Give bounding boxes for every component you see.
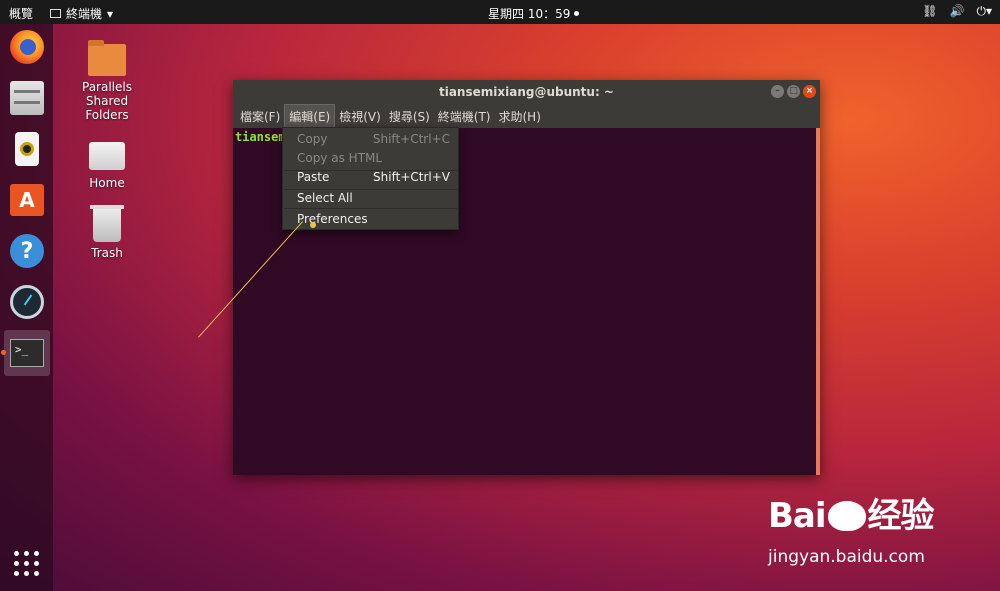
terminal-prompt: tiansem [235, 130, 286, 144]
desktop-icon-shared-folders[interactable]: Parallels Shared Folders [67, 40, 147, 122]
close-icon[interactable]: × [803, 85, 816, 98]
show-applications-icon[interactable] [14, 551, 39, 576]
app-menu-label: 終端機 [66, 7, 103, 21]
home-drive-icon [89, 142, 125, 170]
desktop-icon-home[interactable]: Home [67, 138, 147, 190]
trash-icon [90, 205, 124, 242]
system-tray[interactable]: ⛓ 🔊 ⏻▾ [922, 4, 992, 19]
edit-menu-dropdown: Copy Shift+Ctrl+C Copy as HTML Paste Shi… [282, 127, 459, 230]
terminal-icon: >_ [10, 339, 44, 367]
files-icon [10, 81, 44, 115]
menu-separator [284, 208, 457, 209]
menu-help[interactable]: 求助(H) [495, 105, 545, 128]
power-icon[interactable]: ⏻▾ [976, 4, 992, 19]
desktop-icon-label: Trash [91, 246, 123, 260]
dock-help[interactable]: ? [4, 228, 50, 274]
network-icon[interactable]: ⛓ [922, 4, 937, 19]
window-title: tiansemixiang@ubuntu: ~ [438, 85, 614, 99]
dock-gauge[interactable] [4, 279, 50, 325]
menu-item-paste[interactable]: Paste Shift+Ctrl+V [297, 170, 450, 188]
clock[interactable]: 星期四 10：59 [488, 5, 580, 22]
help-icon: ? [10, 234, 44, 268]
desktop-icon-trash[interactable]: Trash [67, 205, 147, 260]
software-icon: A [10, 184, 44, 216]
volume-icon[interactable]: 🔊 [950, 4, 965, 19]
menu-item-preferences[interactable]: Preferences [297, 212, 450, 230]
menu-edit[interactable]: 編輯(E) [284, 104, 336, 128]
dock-files[interactable] [4, 75, 50, 121]
dock: A ? >_ [0, 24, 53, 591]
baidu-watermark-logo: Bai 经验 [768, 496, 935, 536]
paw-icon [827, 501, 866, 531]
app-menu[interactable]: 終端機 ▾ [50, 5, 113, 22]
desktop-icon-label: Home [89, 176, 125, 190]
terminal-small-icon [50, 9, 61, 18]
desktop-icon-label: Parallels Shared Folders [82, 80, 132, 122]
minimize-icon[interactable]: – [771, 85, 784, 98]
folder-icon [88, 40, 126, 76]
menu-file[interactable]: 檔案(F) [236, 105, 284, 128]
menu-item-copy-as-html[interactable]: Copy as HTML [297, 151, 450, 169]
activities-button[interactable]: 概覽 [9, 5, 33, 22]
clock-label: 星期四 10：59 [488, 7, 571, 21]
terminal-scrollbar[interactable] [816, 128, 820, 475]
rhythmbox-icon [15, 132, 39, 166]
dock-terminal[interactable]: >_ [1, 330, 50, 376]
menu-item-select-all[interactable]: Select All [297, 191, 450, 209]
top-bar: 概覽 終端機 ▾ 星期四 10：59 ⛓ 🔊 ⏻▾ [0, 0, 1000, 24]
menu-view[interactable]: 檢視(V) [335, 105, 385, 128]
dock-rhythmbox[interactable] [4, 126, 50, 172]
menu-item-copy[interactable]: Copy Shift+Ctrl+C [297, 132, 450, 150]
window-titlebar[interactable]: tiansemixiang@ubuntu: ~ – □ × [233, 80, 820, 104]
menu-search[interactable]: 搜尋(S) [385, 105, 434, 128]
dock-software[interactable]: A [4, 177, 50, 223]
menu-terminal[interactable]: 終端機(T) [434, 105, 495, 128]
chevron-down-icon: ▾ [107, 6, 114, 21]
dock-firefox[interactable] [4, 24, 50, 70]
notification-dot-icon [574, 11, 580, 16]
gauge-icon [10, 285, 44, 319]
annotation-pointer-dot [310, 222, 316, 228]
baidu-watermark-url: jingyan.baidu.com [768, 547, 925, 567]
firefox-icon [10, 30, 44, 64]
terminal-menubar: 檔案(F) 編輯(E) 檢視(V) 搜尋(S) 終端機(T) 求助(H) [233, 104, 820, 128]
menu-separator [284, 189, 457, 190]
maximize-icon[interactable]: □ [787, 85, 800, 98]
